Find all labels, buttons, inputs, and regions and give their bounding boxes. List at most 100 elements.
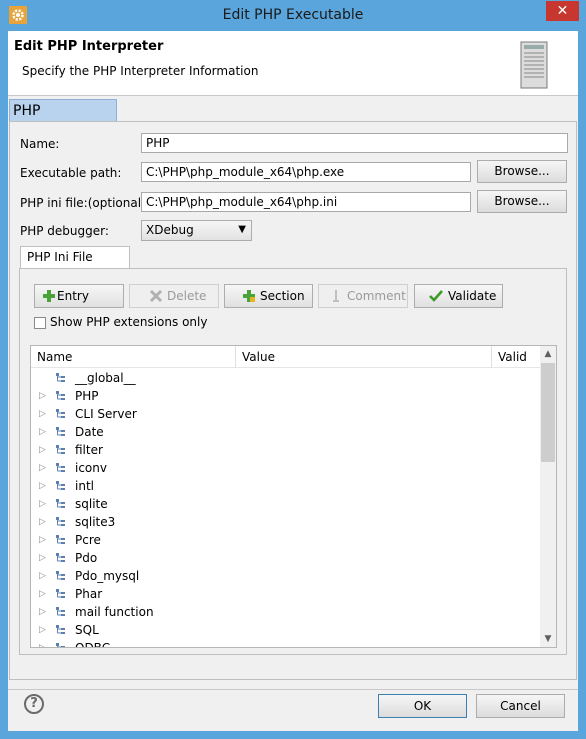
column-header-name[interactable]: Name [31,346,236,368]
debugger-select[interactable]: XDebug ▼ [141,220,252,241]
close-button[interactable]: ✕ [546,1,579,21]
executable-path-label: Executable path: [20,166,122,180]
tree-row[interactable]: ▷ sqlite [31,495,541,513]
tree-row[interactable]: ▷ Date [31,423,541,441]
footer-separator [8,689,578,690]
browse-executable-button[interactable]: Browse... [477,160,567,183]
section-icon [56,643,65,647]
tree-row[interactable]: ▷ PHP [31,387,541,405]
tree-row[interactable]: ▷ SQL [31,621,541,639]
expand-icon[interactable]: ▷ [39,441,46,459]
delete-button[interactable]: Delete [129,284,219,308]
entry-label: Entry [57,289,89,303]
dialog-header: Edit PHP Interpreter Specify the PHP Int… [8,31,578,96]
tree-row[interactable]: ▷ Pcre [31,531,541,549]
expand-icon[interactable]: ▷ [39,621,46,639]
section-icon [56,535,65,544]
section-icon [56,481,65,490]
add-icon [43,290,55,302]
tab-ini-file-editor[interactable]: PHP Ini File Editor [20,246,130,285]
tree-row-label: filter [75,443,103,457]
tree-row[interactable]: ▷ Pdo_mysql [31,567,541,585]
tree-row-label: Pcre [75,533,101,547]
comment-label: Comment [347,289,406,303]
executable-path-field[interactable]: C:\PHP\php_module_x64\php.exe [141,162,471,182]
section-icon [56,589,65,598]
tree-row[interactable]: ▷ mail function [31,603,541,621]
ini-file-field[interactable]: C:\PHP\php_module_x64\php.ini [141,192,471,212]
tree-row-label: PHP [75,389,99,403]
validate-label: Validate [448,289,497,303]
tree-row-label: Date [75,425,104,439]
tree-row[interactable]: ▷ filter [31,441,541,459]
column-header-value[interactable]: Value [236,346,492,368]
expand-icon[interactable]: ▷ [39,639,46,647]
section-icon [56,571,65,580]
debugger-value: XDebug [146,223,194,237]
tree-row-label: intl [75,479,94,493]
expand-icon[interactable]: ▷ [39,387,46,405]
tab-php-interpreter[interactable]: PHP Interpreter [9,99,117,141]
validate-button[interactable]: Validate [414,284,503,308]
checkmark-icon [429,290,443,302]
server-icon [520,41,548,89]
column-header-valid[interactable]: Valid [492,346,541,368]
section-icon [56,607,65,616]
tree-row-label: Pdo [75,551,98,565]
expand-icon[interactable]: ▷ [39,405,46,423]
scroll-up-icon[interactable]: ▲ [540,346,556,362]
expand-icon[interactable]: ▷ [39,567,46,585]
browse-ini-button[interactable]: Browse... [477,190,567,213]
expand-icon[interactable]: ▷ [39,531,46,549]
expand-icon[interactable]: ▷ [39,549,46,567]
chevron-down-icon: ▼ [238,224,246,235]
tree-row[interactable]: __global__ [31,369,541,387]
expand-icon[interactable]: ▷ [39,477,46,495]
ini-editor-panel: Entry Delete Section Comment Validate Sh… [19,268,567,655]
add-section-icon [243,290,255,302]
expand-icon[interactable]: ▷ [39,585,46,603]
comment-icon [333,290,339,302]
vertical-scrollbar[interactable]: ▲ ▼ [540,346,556,647]
tree-row-label: ODBC [75,641,111,648]
ok-button[interactable]: OK [378,694,467,718]
add-section-button[interactable]: Section [224,284,313,308]
name-field[interactable]: PHP [141,133,568,153]
expand-icon[interactable]: ▷ [39,459,46,477]
scroll-thumb[interactable] [541,363,555,462]
tree-row[interactable]: ▷ Phar [31,585,541,603]
expand-icon[interactable]: ▷ [39,495,46,513]
tree-row[interactable]: ▷ intl [31,477,541,495]
header-description: Specify the PHP Interpreter Information [22,64,259,78]
section-icon [56,373,65,382]
interpreter-panel: Name: PHP Executable path: C:\PHP\php_mo… [9,121,577,680]
tree-row-label: iconv [75,461,107,475]
ini-file-label: PHP ini file:(optional): [20,196,150,210]
title-bar[interactable]: Edit PHP Executable ✕ [0,0,586,31]
expand-icon[interactable]: ▷ [39,513,46,531]
expand-icon[interactable]: ▷ [39,603,46,621]
tree-row[interactable]: ▷ sqlite3 [31,513,541,531]
show-extensions-label: Show PHP extensions only [50,315,208,329]
dialog-body: Edit PHP Interpreter Specify the PHP Int… [8,31,578,731]
tree-row[interactable]: ▷ iconv [31,459,541,477]
tree-row[interactable]: ▷ ODBC [31,639,541,648]
cancel-button[interactable]: Cancel [476,694,565,718]
section-icon [56,625,65,634]
delete-label: Delete [167,289,207,303]
tree-row-label: sqlite3 [75,515,116,529]
scroll-down-icon[interactable]: ▼ [540,631,556,647]
show-extensions-checkbox[interactable] [34,317,46,329]
add-entry-button[interactable]: Entry [34,284,124,308]
help-icon[interactable]: ? [24,694,44,714]
comment-button[interactable]: Comment [318,284,408,308]
tree-row[interactable]: ▷ Pdo [31,549,541,567]
ini-tree[interactable]: Name Value Valid __global__ ▷ PHP ▷ CLI Serv… [30,345,557,648]
dialog-window: Edit PHP Executable ✕ Edit PHP Interpret… [0,0,586,739]
expand-icon[interactable]: ▷ [39,423,46,441]
tree-row-label: Phar [75,587,103,601]
tree-row-label: CLI Server [75,407,137,421]
header-title: Edit PHP Interpreter [14,39,164,54]
tree-row[interactable]: ▷ CLI Server [31,405,541,423]
debugger-label: PHP debugger: [20,224,109,238]
